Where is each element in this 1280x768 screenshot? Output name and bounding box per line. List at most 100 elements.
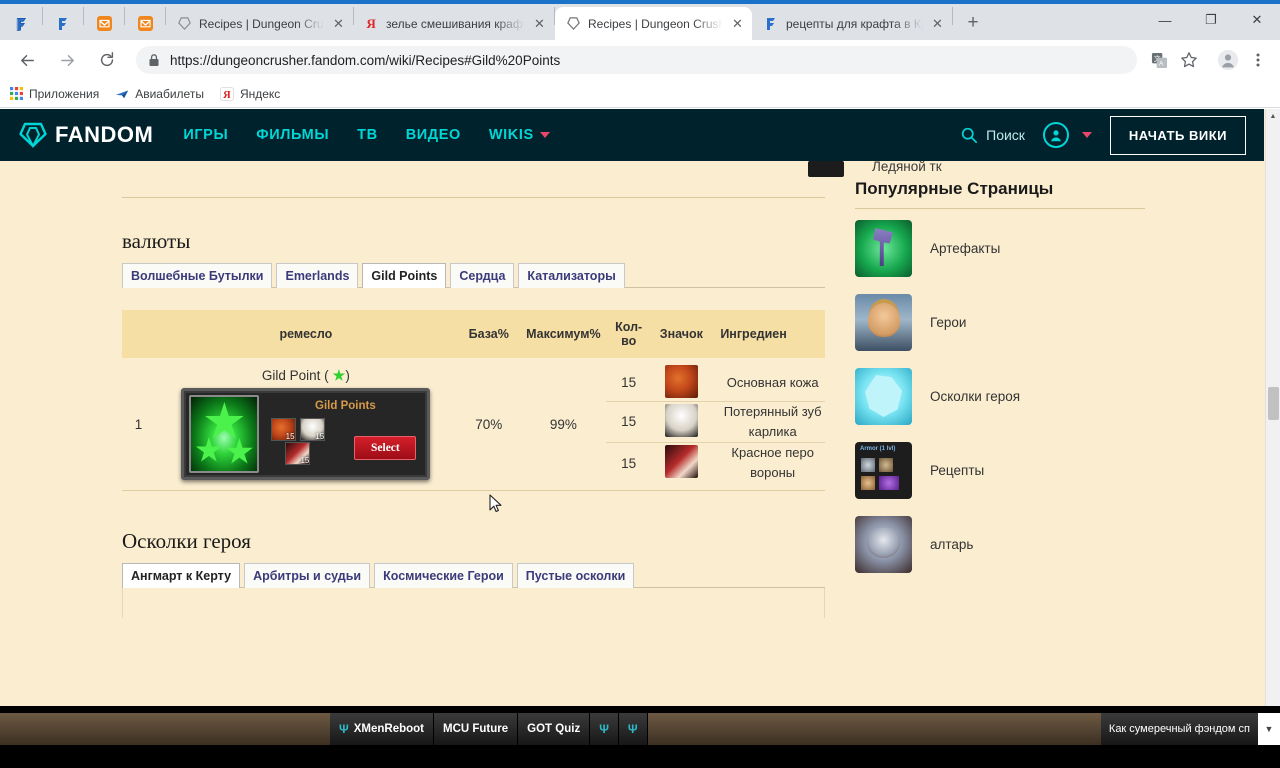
search-button[interactable]: Поиск bbox=[960, 126, 1025, 144]
ingredient-qty: 15 bbox=[621, 375, 637, 391]
bookmark-star-icon[interactable] bbox=[1175, 46, 1203, 74]
currency-tabs: Волшебные Бутылки Emerlands Gild Points … bbox=[122, 263, 825, 288]
svg-text:A: A bbox=[1159, 60, 1164, 67]
scrollbar-thumb[interactable] bbox=[1268, 387, 1279, 420]
page-scrollbar[interactable]: ▲ bbox=[1265, 109, 1280, 768]
card-title: Gild Points bbox=[315, 400, 376, 412]
reload-button[interactable] bbox=[92, 45, 122, 75]
recipes-thumb-label: Armor (1 lvl) bbox=[860, 446, 896, 452]
pinned-tab-fandom-1[interactable] bbox=[2, 7, 42, 40]
page-viewport: FANDOM ИГРЫ ФИЛЬМЫ ТВ ВИДЕО WIKIS Поиск bbox=[0, 109, 1280, 768]
search-icon bbox=[961, 127, 978, 144]
ingredient-name[interactable]: Красное перо вороны bbox=[711, 442, 825, 484]
chevron-down-icon bbox=[1081, 132, 1092, 138]
nav-video[interactable]: ВИДЕО bbox=[406, 127, 461, 143]
svg-text:Я: Я bbox=[366, 16, 376, 31]
tab-gild-points[interactable]: Gild Points bbox=[362, 263, 447, 288]
widget-chip-mcufuture[interactable]: MCU Future bbox=[434, 713, 519, 745]
craft-label-text: Gild Point ( bbox=[261, 368, 329, 383]
footer-widget-collapse-icon[interactable]: ▼ bbox=[1258, 713, 1280, 745]
tab-empty-shards[interactable]: Пустые осколки bbox=[516, 563, 635, 588]
tab-close-button[interactable]: ✕ bbox=[532, 17, 547, 30]
table-header: ремесло База% Максимум% Кол-во Значок Ин… bbox=[122, 310, 825, 358]
tab-close-button[interactable]: ✕ bbox=[331, 17, 346, 30]
start-wiki-button[interactable]: НАЧАТЬ ВИКИ bbox=[1109, 115, 1246, 155]
divider bbox=[122, 197, 825, 198]
widget-chip-xmenreboot[interactable]: Ψ XMenReboot bbox=[330, 713, 434, 745]
select-button[interactable]: Select bbox=[354, 436, 417, 460]
sidebar-item-artifacts[interactable]: Артефакты bbox=[855, 220, 1145, 277]
bookmark-apps[interactable]: Приложения bbox=[10, 87, 99, 101]
bookmark-flights[interactable]: Авиабилеты bbox=[115, 87, 204, 101]
sidebar-item-recipes[interactable]: Armor (1 lvl) Рецепты bbox=[855, 442, 1145, 499]
fandom-nav-links: ИГРЫ ФИЛЬМЫ ТВ ВИДЕО WIKIS bbox=[183, 127, 550, 143]
user-menu[interactable] bbox=[1042, 122, 1092, 148]
bookmark-label: Приложения bbox=[29, 86, 100, 101]
browser-tab-3-active[interactable]: Recipes | Dungeon Crusher W ✕ bbox=[555, 7, 752, 40]
pinned-tab-mail-1[interactable] bbox=[84, 7, 124, 40]
address-bar[interactable]: https://dungeoncrusher.fandom.com/wiki/R… bbox=[136, 46, 1137, 74]
scroll-up-arrow-icon[interactable]: ▲ bbox=[1266, 109, 1280, 124]
maximize-button[interactable]: ❐ bbox=[1188, 4, 1234, 36]
table-body: 1 Gild Point ( ) Gild Points 15 15 15 Se… bbox=[122, 358, 825, 490]
material-qty: 15 bbox=[300, 456, 310, 465]
nav-movies[interactable]: ФИЛЬМЫ bbox=[256, 127, 329, 143]
artifact-axe-thumb bbox=[855, 220, 912, 277]
widget-chip-extra-2[interactable]: Ψ bbox=[618, 713, 648, 745]
widget-chip-extra-1[interactable]: Ψ bbox=[590, 713, 619, 745]
tab-cosmic-heroes[interactable]: Космические Герои bbox=[374, 563, 513, 588]
back-button[interactable] bbox=[12, 45, 42, 75]
currency-panel: ремесло База% Максимум% Кол-во Значок Ин… bbox=[122, 288, 825, 513]
ingredient-name[interactable]: Основная кожа bbox=[711, 365, 825, 402]
airplane-icon bbox=[116, 90, 129, 98]
browser-menu-icon[interactable] bbox=[1244, 46, 1272, 74]
browser-tab-4[interactable]: рецепты для крафта в Круш ✕ bbox=[752, 7, 952, 40]
mail-icon bbox=[96, 16, 112, 31]
bookmark-label: Авиабилеты bbox=[135, 86, 204, 101]
translate-icon[interactable]: 文A bbox=[1145, 46, 1173, 74]
ingredients-cell: 15 Основная кожа 15 Потерянный зуб карли… bbox=[605, 358, 825, 490]
th-qty: Кол-во bbox=[615, 320, 643, 348]
ingredient-name[interactable]: Потерянный зуб карлика bbox=[711, 400, 825, 443]
nav-wikis[interactable]: WIKIS bbox=[489, 127, 550, 143]
tab-close-button[interactable]: ✕ bbox=[930, 17, 945, 30]
th-craft: ремесло bbox=[279, 327, 333, 341]
tab-angmart-k-kertu[interactable]: Ангмарт к Керту bbox=[122, 563, 241, 588]
tab-hearts[interactable]: Сердца bbox=[450, 263, 515, 288]
tab-close-button[interactable]: ✕ bbox=[730, 17, 745, 30]
tab-magic-bottles[interactable]: Волшебные Бутылки bbox=[122, 263, 273, 288]
minimize-button[interactable]: — bbox=[1142, 4, 1188, 36]
forward-button[interactable] bbox=[52, 45, 82, 75]
tab-catalysts[interactable]: Катализаторы bbox=[518, 263, 625, 288]
sidebar-title: Популярные Страницы bbox=[855, 179, 1054, 198]
sidebar-item-altar[interactable]: алтарь bbox=[855, 516, 1145, 573]
widget-chip-gotquiz[interactable]: GOT Quiz bbox=[518, 713, 591, 745]
window-controls: — ❐ ✕ bbox=[1142, 4, 1280, 36]
sidebar-item-heroes[interactable]: Герои bbox=[855, 294, 1145, 351]
tab-emerlands[interactable]: Emerlands bbox=[276, 263, 359, 288]
fandom-f-icon bbox=[59, 17, 67, 30]
pinned-tab-mail-2[interactable] bbox=[125, 7, 165, 40]
browser-tab-1[interactable]: Recipes | Dungeon Crusher W ✕ bbox=[166, 7, 353, 40]
nav-tv[interactable]: ТВ bbox=[357, 127, 378, 143]
ingredient-icon-cell bbox=[651, 364, 711, 402]
feather-material-icon: 15 bbox=[285, 442, 311, 465]
avatar bbox=[1042, 122, 1069, 148]
tab-arbiters-judges[interactable]: Арбитры и судьи bbox=[244, 563, 371, 588]
tab-title: рецепты для крафта в Круш bbox=[786, 16, 923, 31]
nav-games[interactable]: ИГРЫ bbox=[183, 127, 228, 143]
footer-widget-headline[interactable]: Как сумеречный фэндом сп bbox=[1100, 713, 1258, 745]
game-item-card[interactable]: Gild Points 15 15 15 Select bbox=[181, 388, 431, 480]
pinned-tab-fandom-2[interactable] bbox=[43, 7, 83, 40]
ingredient-qty: 15 bbox=[605, 400, 652, 443]
bookmark-yandex[interactable]: Я Яндекс bbox=[219, 86, 280, 101]
fandom-logo[interactable]: FANDOM bbox=[18, 122, 153, 148]
hero-portrait-thumb bbox=[855, 294, 912, 351]
yandex-icon: Я bbox=[366, 16, 376, 31]
sidebar-item-hero-shards[interactable]: Осколки героя bbox=[855, 368, 1145, 425]
browser-tab-2[interactable]: Я зелье смешивания крафт кру ✕ bbox=[354, 7, 554, 40]
profile-avatar-icon[interactable] bbox=[1214, 46, 1242, 74]
new-tab-button[interactable]: + bbox=[959, 9, 987, 37]
close-window-button[interactable]: ✕ bbox=[1234, 4, 1280, 36]
ingredients-table: 15 Основная кожа 15 Потерянный зуб карли… bbox=[605, 364, 825, 484]
